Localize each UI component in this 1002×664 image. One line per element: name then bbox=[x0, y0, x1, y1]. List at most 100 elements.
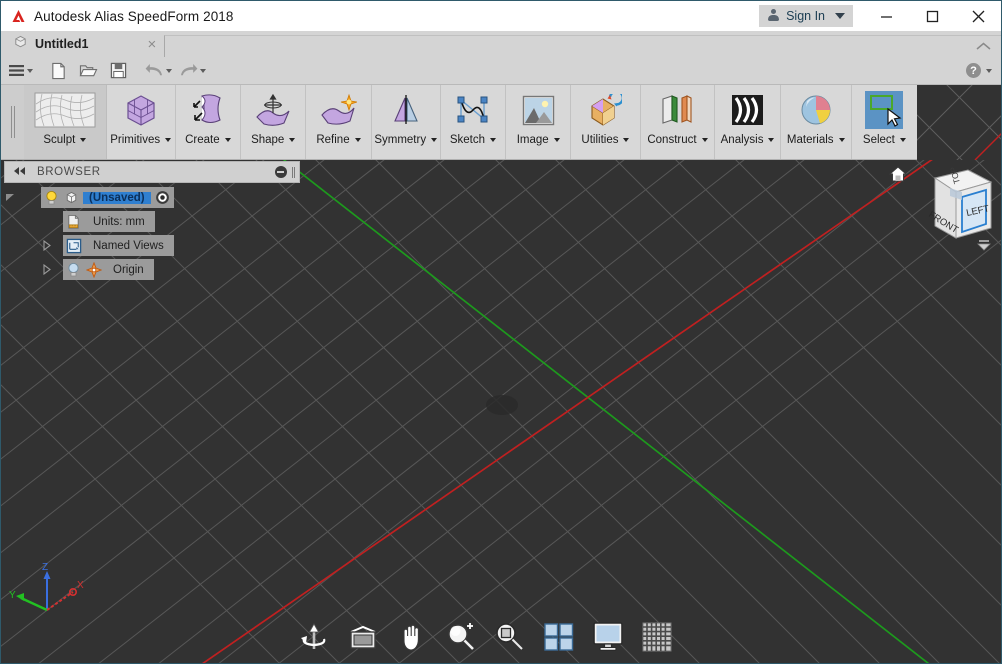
tab-label: Untitled1 bbox=[35, 37, 89, 51]
bulb-on-icon[interactable] bbox=[43, 189, 60, 206]
collapse-ribbon-icon[interactable] bbox=[976, 39, 991, 54]
tree-label: Named Views bbox=[93, 239, 164, 252]
document-tab-bar: Untitled1 × bbox=[1, 31, 1001, 57]
minimize-button[interactable] bbox=[863, 1, 909, 31]
chevron-down-icon bbox=[165, 68, 172, 73]
tree-row-origin[interactable]: Origin bbox=[1, 259, 306, 280]
tab-close-icon[interactable]: × bbox=[147, 37, 156, 52]
close-button[interactable] bbox=[955, 1, 1001, 31]
look-at-button[interactable] bbox=[346, 621, 379, 654]
ribbon-tab-analysis[interactable]: Analysis bbox=[715, 85, 781, 159]
axis-triad: Z Y X bbox=[7, 558, 102, 618]
chevron-down-icon bbox=[701, 138, 708, 142]
tree-chip-unsaved[interactable]: (Unsaved) bbox=[41, 187, 174, 208]
orbit-button[interactable] bbox=[297, 621, 330, 654]
quick-access-toolbar: ? bbox=[1, 57, 1001, 85]
ribbon-label: Refine bbox=[316, 134, 361, 146]
sign-in-button[interactable]: Sign In bbox=[759, 5, 853, 27]
tab-bar-empty-area bbox=[164, 35, 1001, 57]
units-page-icon bbox=[65, 213, 82, 230]
browser-title: BROWSER bbox=[37, 166, 101, 178]
image-picture-icon bbox=[518, 91, 558, 129]
ribbon-tab-shape[interactable]: Shape bbox=[241, 85, 307, 159]
tree-label: Units: mm bbox=[93, 215, 145, 228]
zoom-button[interactable] bbox=[444, 621, 477, 654]
viewport-behind-ribbon bbox=[886, 44, 1002, 186]
ribbon-tab-image[interactable]: Image bbox=[506, 85, 572, 159]
ribbon-label: Symmetry bbox=[374, 134, 438, 146]
ribbon-label: Materials bbox=[787, 134, 845, 146]
refine-star-icon bbox=[318, 91, 358, 129]
grid-toggle-button[interactable] bbox=[640, 621, 673, 654]
tree-row-units[interactable]: Units: mm bbox=[1, 211, 306, 232]
undo-button[interactable] bbox=[141, 58, 175, 84]
hamburger-menu-button[interactable] bbox=[1, 58, 35, 84]
ribbon-label: Construct bbox=[647, 134, 708, 146]
ribbon-tab-sketch[interactable]: Sketch bbox=[441, 85, 507, 159]
radio-target-icon[interactable] bbox=[154, 189, 172, 207]
ribbon-tab-materials[interactable]: Materials bbox=[781, 85, 852, 159]
chevron-down-icon bbox=[899, 138, 906, 142]
expander-expanded-icon[interactable] bbox=[1, 192, 19, 203]
utilities-cube-icon bbox=[585, 91, 625, 129]
ribbon-tab-sculpt[interactable]: Sculpt bbox=[24, 85, 107, 159]
bulb-off-icon[interactable] bbox=[65, 261, 82, 278]
zoom-window-button[interactable] bbox=[493, 621, 526, 654]
resize-grip-icon[interactable] bbox=[291, 166, 295, 178]
ribbon-tab-refine[interactable]: Refine bbox=[306, 85, 372, 159]
chevron-down-icon bbox=[553, 138, 560, 142]
ribbon-grip-handle[interactable] bbox=[1, 85, 25, 159]
pan-button[interactable] bbox=[395, 621, 428, 654]
materials-sphere-icon bbox=[796, 91, 836, 129]
person-icon bbox=[766, 9, 780, 23]
chevron-down-icon bbox=[623, 138, 630, 142]
app-title: Autodesk Alias SpeedForm 2018 bbox=[34, 8, 234, 24]
chevron-down-icon bbox=[431, 138, 438, 142]
create-surface-icon bbox=[188, 91, 228, 129]
chevron-down-icon bbox=[835, 13, 845, 19]
chevron-down-icon[interactable] bbox=[986, 68, 992, 73]
home-house-icon bbox=[888, 166, 908, 182]
tree-chip-named-views[interactable]: Named Views bbox=[63, 235, 174, 256]
ribbon-tab-construct[interactable]: Construct bbox=[641, 85, 716, 159]
help-icon[interactable]: ? bbox=[966, 63, 981, 78]
chevron-down-icon bbox=[27, 68, 33, 73]
ribbon-tab-symmetry[interactable]: Symmetry bbox=[372, 85, 441, 159]
tree-row-named-views[interactable]: Named Views bbox=[1, 235, 306, 256]
primitives-cube-icon bbox=[121, 91, 161, 129]
document-cube-icon bbox=[13, 34, 28, 54]
tree-row-unsaved[interactable]: (Unsaved) bbox=[1, 187, 306, 208]
view-cube[interactable]: FRONT LEFT TOP bbox=[878, 160, 993, 266]
chevron-down-icon bbox=[224, 138, 231, 142]
ribbon-tab-primitives[interactable]: Primitives bbox=[107, 85, 176, 159]
named-views-icon bbox=[65, 237, 82, 254]
title-bar-controls: Sign In bbox=[759, 1, 1001, 31]
ribbon-tab-select[interactable]: Select bbox=[851, 85, 918, 159]
maximize-button[interactable] bbox=[909, 1, 955, 31]
tab-untitled1[interactable]: Untitled1 × bbox=[1, 31, 165, 57]
viewport-layout-button[interactable] bbox=[542, 621, 575, 654]
ribbon-label: Sculpt bbox=[43, 134, 87, 146]
new-document-button[interactable] bbox=[43, 58, 73, 84]
chevron-down-icon bbox=[768, 138, 775, 142]
display-button[interactable] bbox=[591, 621, 624, 654]
axis-label-x: X bbox=[77, 580, 84, 591]
3d-viewport[interactable]: BROWSER (Unsaved) Units: mm Named Views … bbox=[1, 160, 1001, 663]
tree-chip-units[interactable]: Units: mm bbox=[63, 211, 155, 232]
save-button[interactable] bbox=[103, 58, 133, 84]
ribbon-label: Sketch bbox=[450, 134, 497, 146]
navigation-bar bbox=[297, 617, 697, 657]
sign-in-label: Sign In bbox=[786, 9, 825, 23]
ribbon-toolbar: Sculpt Primitives Create Shape Refine Sy… bbox=[1, 85, 918, 160]
collapse-left-icon[interactable] bbox=[13, 166, 27, 178]
expander-collapsed-icon[interactable] bbox=[37, 264, 55, 275]
redo-button[interactable] bbox=[175, 58, 209, 84]
chevron-down-icon bbox=[289, 138, 296, 142]
select-marquee-icon bbox=[864, 91, 904, 129]
ribbon-tab-utilities[interactable]: Utilities bbox=[571, 85, 641, 159]
minus-circle-icon[interactable] bbox=[274, 166, 287, 178]
tree-chip-origin[interactable]: Origin bbox=[63, 259, 154, 280]
open-file-button[interactable] bbox=[73, 58, 103, 84]
ribbon-tab-create[interactable]: Create bbox=[176, 85, 242, 159]
expander-collapsed-icon[interactable] bbox=[37, 240, 55, 251]
